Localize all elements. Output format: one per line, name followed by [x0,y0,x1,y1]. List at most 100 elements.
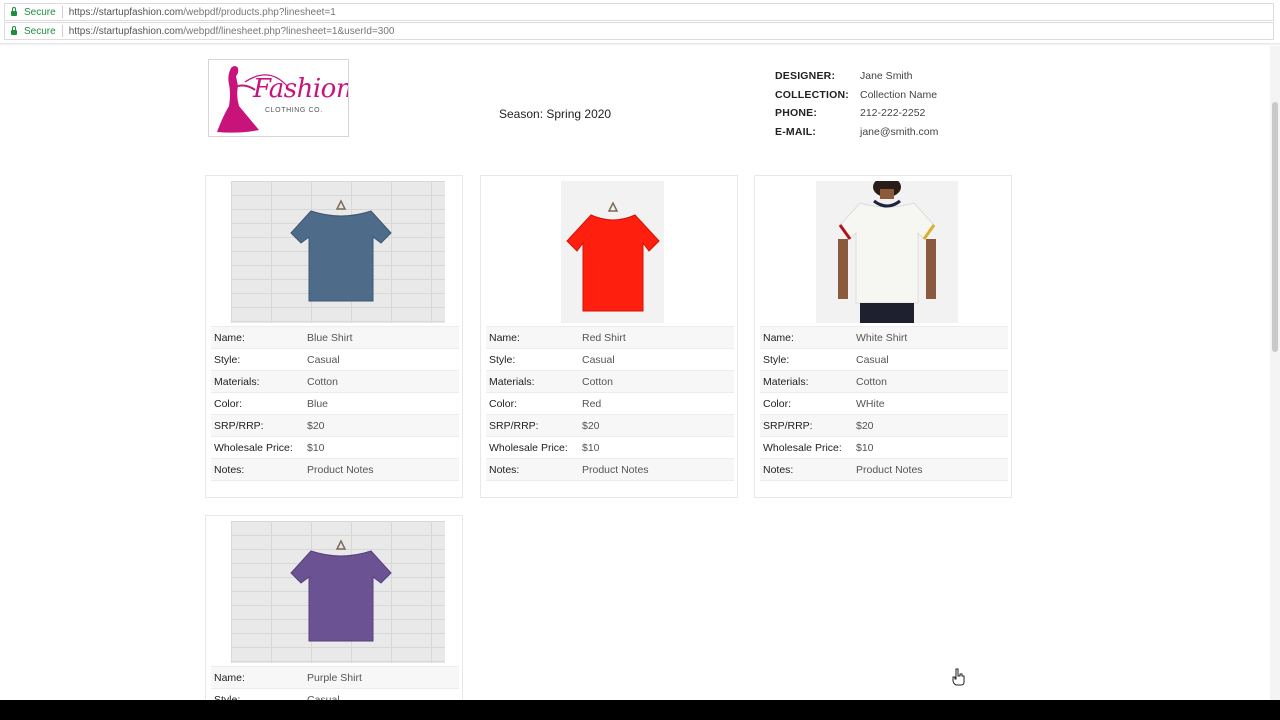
detail-value: Product Notes [582,463,649,476]
detail-row-style: Style: Casual [211,348,459,370]
detail-row-name: Name: Red Shirt [486,326,734,348]
detail-label: Color: [763,397,792,410]
detail-row-wholesale: Wholesale Price: $10 [211,436,459,458]
lock-icon [11,6,17,16]
detail-row-wholesale: Wholesale Price: $10 [486,436,734,458]
detail-label: Wholesale Price: [214,441,293,454]
detail-row-notes: Notes: Product Notes [211,458,459,480]
info-label: COLLECTION: [775,88,849,101]
detail-row-spacer [486,480,734,502]
product-image [816,181,958,323]
product-image [231,181,445,323]
detail-value: Casual [856,353,889,366]
bottom-bar [0,700,1280,720]
product-details: Name: Blue Shirt Style: Casual Materials: C… [211,326,459,502]
detail-value: $10 [307,441,325,454]
product-card-purple-shirt: Name:Purple Shirt Style:Casual [205,515,463,715]
detail-value: $10 [856,441,874,454]
detail-label: Name: [214,671,245,684]
detail-value: $20 [856,419,874,432]
detail-value: Blue Shirt [307,331,353,344]
detail-row-srp: SRP/RRP: $20 [211,414,459,436]
address-bar[interactable]: Secure https://startupfashion.com/webpdf… [4,22,1274,40]
detail-label: Color: [489,397,518,410]
info-value: Collection Name [860,88,938,101]
detail-row-srp: SRP/RRP: $20 [760,414,1008,436]
detail-label: Name: [214,331,245,344]
detail-row-materials: Materials: Cotton [211,370,459,392]
detail-value: Red [582,397,602,410]
product-image [561,181,664,323]
detail-value: Red Shirt [582,331,626,344]
detail-label: Wholesale Price: [763,441,842,454]
t-shirt-icon [566,201,660,312]
toolbar-shadow [0,43,1280,46]
detail-label: SRP/RRP: [763,419,813,432]
product-details: Name: White Shirt Style: Casual Materials:… [760,326,1008,502]
detail-label: Name: [763,331,794,344]
divider [61,6,63,18]
detail-value: $20 [307,419,325,432]
detail-row-srp: SRP/RRP: $20 [486,414,734,436]
divider [61,25,63,37]
detail-label: SRP/RRP: [214,419,264,432]
detail-label: Notes: [763,463,794,476]
model-shirt-icon [838,181,936,323]
detail-label: Style: [763,353,790,366]
info-row-collection: COLLECTION: Collection Name [775,86,938,105]
detail-row-color: Color: Red [486,392,734,414]
lock-icon [11,25,17,35]
detail-value: Blue [307,397,329,410]
detail-label: Materials: [763,375,809,388]
detail-value: White Shirt [856,331,908,344]
vertical-scrollbar[interactable] [1270,46,1280,700]
info-label: E-MAIL: [775,125,817,138]
detail-value: Casual [307,353,340,366]
info-label: PHONE: [775,107,818,120]
product-card-blue-shirt: Name: Blue Shirt Style: Casual Materials: C… [205,175,463,498]
url-host: https://startupfashion.com [68,25,184,37]
info-row-email: E-MAIL: jane@smith.com [775,123,938,142]
info-value: Jane Smith [860,70,913,83]
detail-label: Materials: [489,375,535,388]
detail-label: Notes: [214,463,245,476]
logo-subtitle: CLOTHING CO. [265,107,323,114]
info-row-designer: DESIGNER: Jane Smith [775,67,938,86]
detail-row-spacer [211,480,459,502]
detail-row-name: Name: Purple Shirt [211,666,459,688]
secure-label: Secure [24,25,56,37]
info-value: 212-222-2252 [860,107,926,120]
detail-row-color: Color: WHite [760,392,1008,414]
detail-value: WHite [856,397,885,410]
logo-wordmark: Fashion [253,74,349,104]
detail-label: Materials: [214,375,260,388]
product-card-red-shirt: Name: Red Shirt Style: Casual Materials: Co… [480,175,738,498]
hand-cursor-icon [952,668,965,686]
info-value: jane@smith.com [860,125,939,138]
detail-row-wholesale: Wholesale Price: $10 [760,436,1008,458]
detail-label: Name: [489,331,520,344]
detail-row-materials: Materials: Cotton [760,370,1008,392]
detail-row-notes: Notes: Product Notes [760,458,1008,480]
address-bar[interactable]: Secure https://startupfashion.com/webpdf… [4,3,1274,21]
detail-label: SRP/RRP: [489,419,539,432]
t-shirt-icon [290,199,392,302]
detail-row-spacer [760,480,1008,502]
designer-info: DESIGNER: Jane Smith COLLECTION: Collect… [775,67,938,141]
detail-value: Product Notes [856,463,923,476]
detail-row-name: Name: White Shirt [760,326,1008,348]
detail-row-color: Color: Blue [211,392,459,414]
detail-row-materials: Materials: Cotton [486,370,734,392]
detail-value: Cotton [307,375,338,388]
detail-value: Product Notes [307,463,374,476]
scrollbar-thumb[interactable] [1272,102,1278,352]
detail-value: $10 [582,441,600,454]
secure-label: Secure [24,6,56,18]
detail-row-name: Name: Blue Shirt [211,326,459,348]
product-image [231,521,445,663]
detail-value: $20 [582,419,600,432]
detail-row-style: Style: Casual [486,348,734,370]
detail-label: Notes: [489,463,520,476]
detail-label: Wholesale Price: [489,441,568,454]
detail-value: Purple Shirt [307,671,362,684]
